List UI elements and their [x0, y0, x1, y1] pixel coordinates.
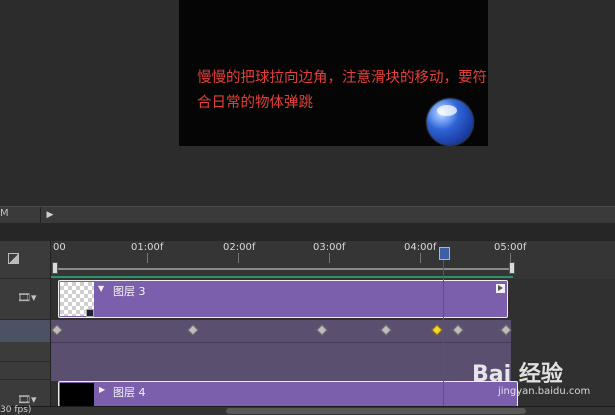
playback-bar-label: M — [0, 208, 9, 219]
expand-triangle-icon[interactable]: ▶ — [99, 385, 105, 394]
divider — [0, 361, 50, 362]
layer-clip[interactable]: ▶ 图层 4 — [58, 381, 518, 407]
expand-triangle-icon[interactable]: ▼ — [98, 284, 104, 293]
timeline-options-icon[interactable] — [8, 253, 19, 264]
play-icon[interactable]: ▶ — [44, 209, 56, 221]
work-area-bar[interactable] — [52, 262, 515, 274]
watermark-url: jingyan.baidu.com — [498, 386, 591, 397]
clip-end-arrow-icon[interactable] — [496, 284, 505, 293]
divider — [0, 379, 50, 380]
horizontal-scrollbar[interactable] — [226, 408, 526, 414]
layer-clip[interactable]: ▼ 图层 3 — [58, 280, 508, 318]
watermark-logo: Bai 经验 jingyan.baidu.com — [470, 348, 610, 408]
layer-thumbnail — [60, 383, 94, 407]
keyframe-row[interactable] — [51, 320, 511, 342]
ruler-label: 00 — [53, 242, 66, 253]
ruler-label: 02:00f — [223, 242, 256, 253]
playhead-line — [443, 260, 444, 414]
panel-gap — [0, 223, 615, 241]
layer-badge-icon — [86, 309, 94, 317]
divider — [40, 207, 41, 223]
work-area-line — [57, 268, 509, 270]
layer-name: 图层 4 — [113, 386, 146, 399]
layer-name: 图层 3 — [113, 285, 146, 298]
watermark-brand: Bai 经验 — [472, 362, 563, 387]
ruler-label: 05:00f — [494, 242, 527, 253]
divider — [0, 278, 50, 279]
playback-bar: M ▶ — [0, 206, 615, 224]
canvas-area: 慢慢的把球拉向边角，注意滑块的移动，要符合日常的物体弹跳 — [0, 0, 615, 206]
ruler-label: 04:00f — [404, 242, 437, 253]
ball-highlight — [437, 105, 457, 116]
work-area-end-handle[interactable] — [509, 262, 515, 274]
layer-thumbnail — [60, 282, 94, 317]
property-rows — [51, 342, 511, 381]
keyframe-row-header — [0, 320, 50, 342]
ruler-label: 01:00f — [131, 242, 164, 253]
playhead-handle[interactable] — [439, 247, 450, 260]
ball-object[interactable] — [427, 99, 473, 145]
work-area-start-handle[interactable] — [52, 262, 58, 274]
film-icon[interactable]: 🎞▾ — [17, 291, 37, 304]
ruler-label: 03:00f — [313, 242, 346, 253]
video-preview[interactable]: 慢慢的把球拉向边角，注意滑块的移动，要符合日常的物体弹跳 — [179, 0, 488, 146]
